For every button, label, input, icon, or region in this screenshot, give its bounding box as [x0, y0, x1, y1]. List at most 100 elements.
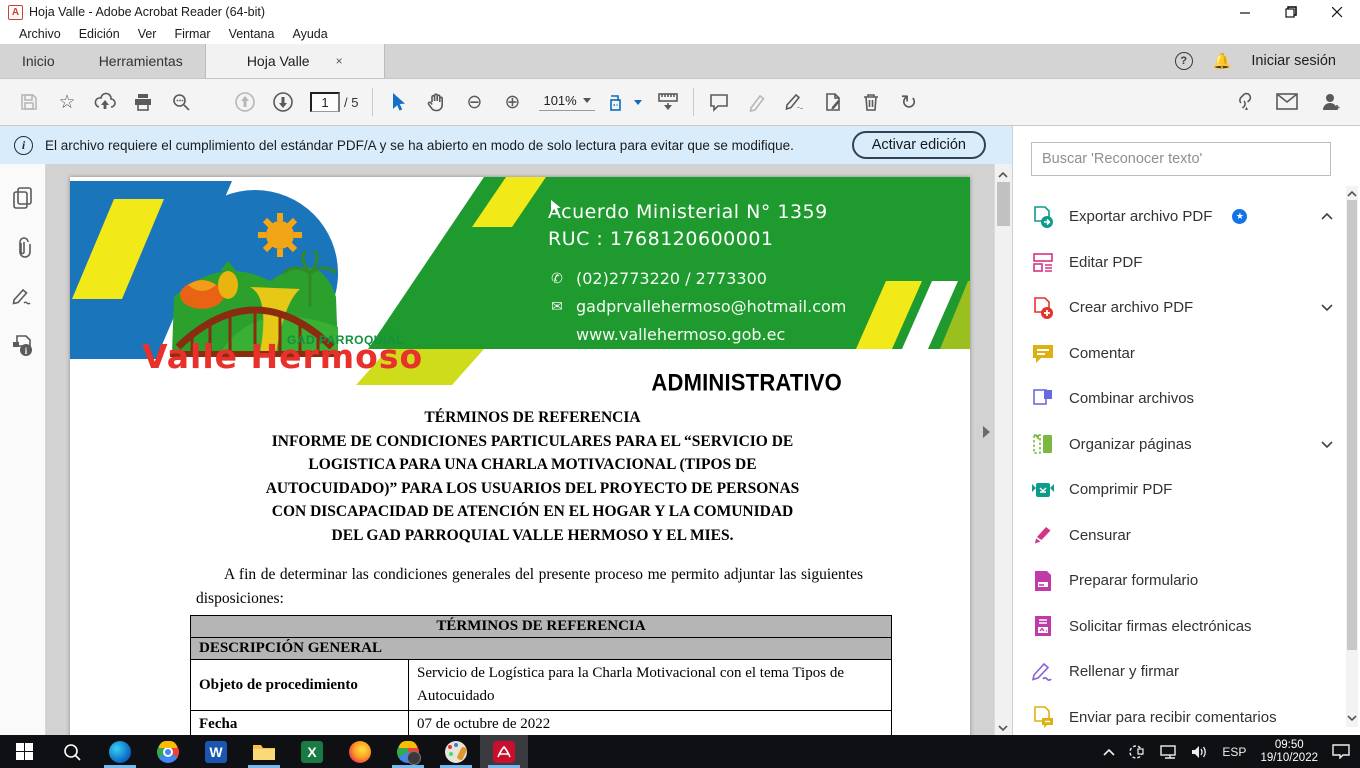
sign-pen-icon[interactable] [776, 84, 814, 120]
taskbar-excel-icon[interactable]: X [288, 735, 336, 768]
highlighter-icon[interactable] [738, 84, 776, 120]
taskbar-edge-icon[interactable] [96, 735, 144, 768]
tool-preparar-formulario[interactable]: Preparar formulario [1031, 558, 1334, 604]
zoom-in-icon[interactable]: ⊕ [493, 84, 531, 120]
prepare-form-icon [1031, 569, 1055, 593]
minimize-button[interactable] [1222, 0, 1268, 24]
expand-panel-arrow-icon[interactable] [983, 426, 990, 438]
taskbar-chrome-icon[interactable] [144, 735, 192, 768]
tab-document[interactable]: Hoja Valle × [205, 44, 385, 78]
tool-enviar-comentarios[interactable]: Enviar para recibir comentarios [1031, 695, 1334, 741]
select-tool-icon[interactable] [379, 84, 417, 120]
tab-close-icon[interactable]: × [336, 54, 343, 68]
language-indicator[interactable]: ESP [1222, 745, 1246, 759]
chevron-down-icon[interactable] [1320, 437, 1334, 452]
table-row: Objeto de procedimiento Servicio de Logí… [191, 660, 892, 711]
network-icon[interactable] [1159, 745, 1177, 759]
enable-editing-button[interactable]: Activar edición [852, 131, 986, 159]
close-button[interactable] [1314, 0, 1360, 24]
zoom-out-icon[interactable]: ⊖ [455, 84, 493, 120]
help-icon[interactable]: ? [1175, 52, 1193, 70]
taskbar-firefox-icon[interactable] [336, 735, 384, 768]
measure-ruler-icon[interactable] [649, 84, 687, 120]
tool-editar-pdf[interactable]: Editar PDF [1031, 240, 1334, 286]
chevron-up-icon[interactable] [1320, 209, 1334, 224]
volume-icon[interactable] [1191, 745, 1208, 759]
taskbar-chrome-badge-icon[interactable] [384, 735, 432, 768]
tool-organizar-paginas[interactable]: Organizar páginas [1031, 422, 1334, 468]
tray-chevron-up-icon[interactable] [1103, 748, 1115, 756]
document-viewer[interactable]: Valle Hermoso GAD PARROQUIAL Acuerdo Min… [46, 164, 1012, 735]
row-label: Objeto de procedimiento [191, 660, 409, 711]
page-thumbnails-icon[interactable] [12, 186, 34, 210]
tool-combinar-archivos[interactable]: Combinar archivos [1031, 376, 1334, 422]
taskbar-search-icon[interactable] [48, 735, 96, 768]
add-contact-icon[interactable] [1312, 84, 1350, 120]
send-mail-icon[interactable] [1268, 84, 1306, 120]
delete-trash-icon[interactable] [852, 84, 890, 120]
menu-firmar[interactable]: Firmar [165, 27, 219, 41]
menu-ventana[interactable]: Ventana [220, 27, 284, 41]
website-url: www.vallehermoso.gob.ec [576, 325, 785, 344]
sidebar-scrollbar[interactable] [1346, 186, 1358, 727]
tool-comentar[interactable]: Comentar [1031, 331, 1334, 377]
taskbar-explorer-icon[interactable] [240, 735, 288, 768]
action-center-icon[interactable] [1332, 744, 1350, 759]
tools-sidebar: Exportar archivo PDF ★ Editar PDF Crear … [1012, 126, 1360, 735]
tool-exportar-pdf[interactable]: Exportar archivo PDF ★ [1031, 194, 1334, 240]
fit-width-dropdown-icon[interactable] [603, 84, 649, 120]
previous-page-icon[interactable] [226, 84, 264, 120]
save-icon[interactable] [10, 84, 48, 120]
logo-text: Valle Hermoso GAD PARROQUIAL [142, 337, 442, 376]
notifications-bell-icon[interactable]: 🔔 [1213, 52, 1232, 70]
document-scrollbar[interactable] [994, 164, 1012, 735]
acrobat-app-icon: A [8, 5, 23, 20]
refresh-icon[interactable]: ↻ [890, 84, 928, 120]
scroll-up-icon[interactable] [998, 168, 1008, 178]
acuerdo-line: Acuerdo Ministerial N° 1359 [548, 199, 846, 226]
tool-censurar[interactable]: Censurar [1031, 513, 1334, 559]
row-label: Fecha [191, 711, 409, 736]
zoom-level-dropdown[interactable]: 101% [539, 93, 594, 111]
search-icon[interactable] [162, 84, 200, 120]
tab-herramientas[interactable]: Herramientas [77, 44, 205, 78]
menu-archivo[interactable]: Archivo [10, 27, 70, 41]
tool-rellenar-firmar[interactable]: Rellenar y firmar [1031, 649, 1334, 695]
letterhead-contact: Acuerdo Ministerial N° 1359 RUC : 176812… [548, 199, 846, 344]
share-cloud-icon[interactable] [86, 84, 124, 120]
scroll-down-icon[interactable] [1347, 711, 1357, 726]
clock-date: 19/10/2022 [1260, 752, 1318, 765]
sign-in-button[interactable]: Iniciar sesión [1251, 53, 1336, 69]
tab-inicio[interactable]: Inicio [0, 44, 77, 78]
tool-comprimir-pdf[interactable]: Comprimir PDF [1031, 467, 1334, 513]
scroll-down-icon[interactable] [998, 721, 1008, 731]
signatures-pen-icon[interactable] [11, 286, 35, 308]
tool-solicitar-firmas[interactable]: Solicitar firmas electrónicas [1031, 604, 1334, 650]
comment-icon[interactable] [700, 84, 738, 120]
menu-ayuda[interactable]: Ayuda [283, 27, 336, 41]
start-button[interactable] [0, 735, 48, 768]
taskbar-word-icon[interactable]: W [192, 735, 240, 768]
page-number-input[interactable] [310, 92, 340, 112]
menu-edicion[interactable]: Edición [70, 27, 129, 41]
tool-crear-pdf[interactable]: Crear archivo PDF [1031, 285, 1334, 331]
menu-ver[interactable]: Ver [129, 27, 166, 41]
clock-time: 09:50 [1260, 739, 1318, 752]
hand-tool-icon[interactable] [417, 84, 455, 120]
share-link-icon[interactable] [1224, 84, 1262, 120]
favorite-star-icon[interactable]: ☆ [48, 84, 86, 120]
scrollbar-thumb[interactable] [1347, 200, 1357, 650]
standards-info-icon[interactable]: i [11, 334, 35, 358]
tray-app-icon[interactable] [1129, 745, 1145, 759]
taskbar-acrobat-icon[interactable] [480, 735, 528, 768]
attachments-paperclip-icon[interactable] [12, 236, 34, 260]
scrollbar-thumb[interactable] [997, 182, 1010, 226]
page-edit-icon[interactable] [814, 84, 852, 120]
restore-button[interactable] [1268, 0, 1314, 24]
next-page-icon[interactable] [264, 84, 302, 120]
taskbar-clock[interactable]: 09:50 19/10/2022 [1260, 739, 1318, 765]
chevron-down-icon[interactable] [1320, 300, 1334, 315]
print-icon[interactable] [124, 84, 162, 120]
search-tools-input[interactable] [1031, 142, 1331, 176]
taskbar-paint-icon[interactable] [432, 735, 480, 768]
